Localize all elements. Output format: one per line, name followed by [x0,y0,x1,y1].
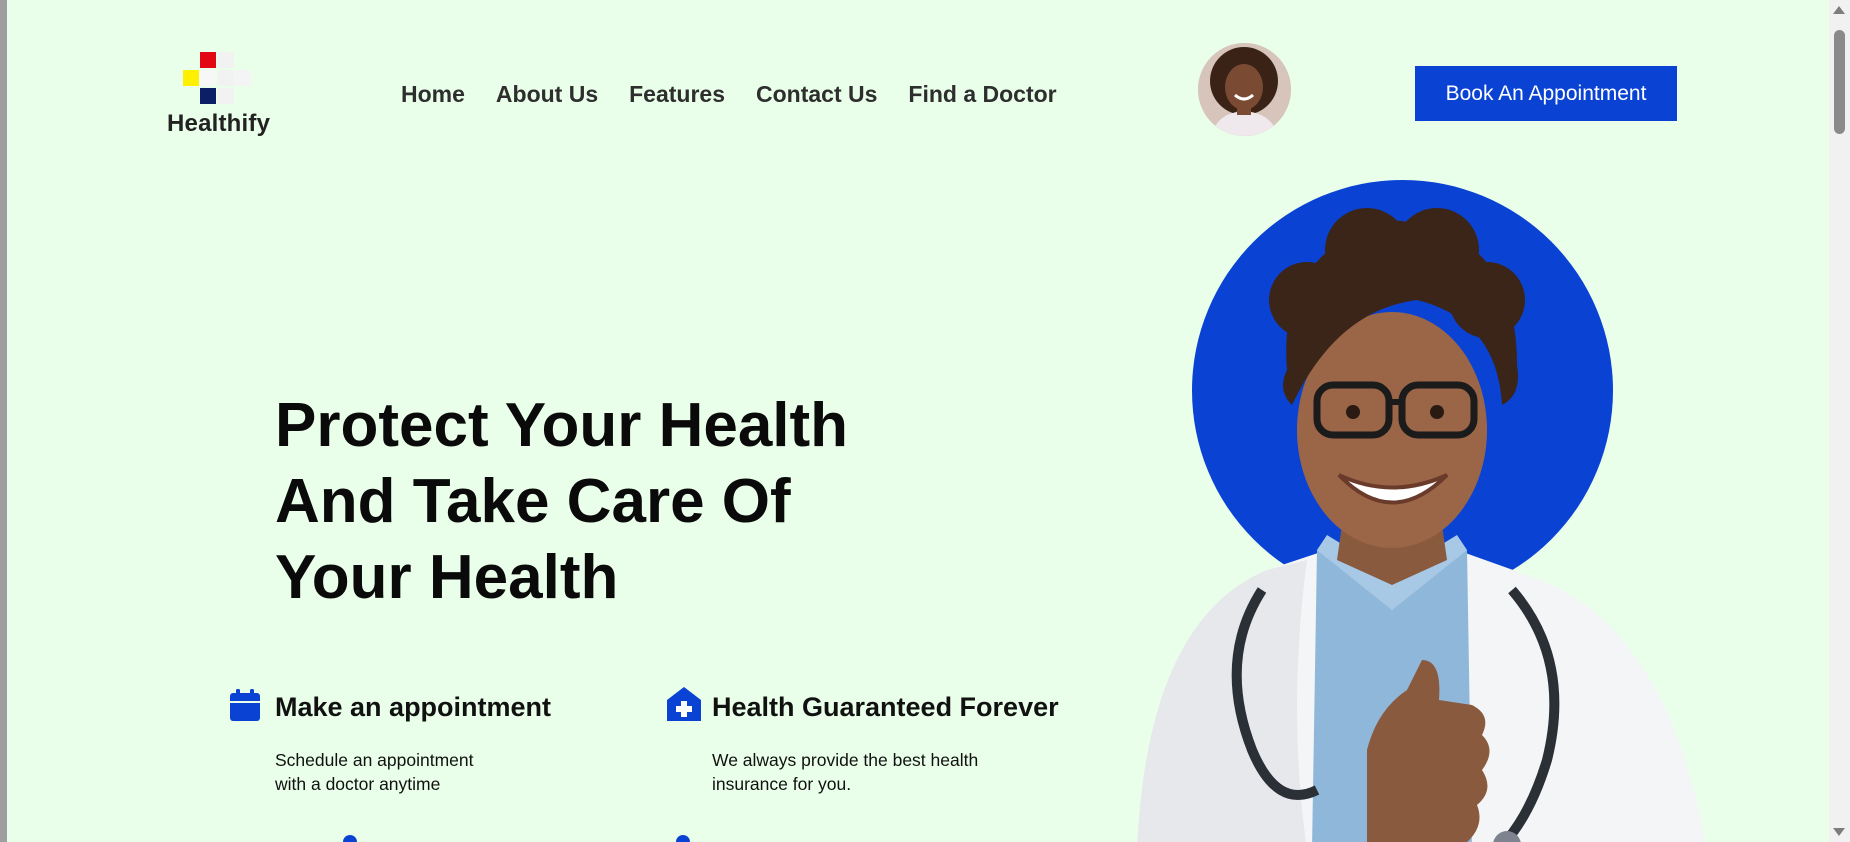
window-edge [0,0,7,842]
scroll-up-arrow-icon[interactable] [1833,6,1845,14]
nav-about-us[interactable]: About Us [496,81,598,108]
feature-title: Make an appointment [275,692,552,722]
page-scrollbar[interactable] [1829,0,1850,842]
avatar-portrait-icon [1198,43,1291,136]
scroll-thumb[interactable] [1834,30,1845,134]
feature-icon-partial [676,835,690,842]
hero-title: Protect Your Health And Take Care Of You… [275,388,895,616]
browser-viewport: Healthify Home About Us Features Contact… [0,0,1850,842]
feature-desc-line-1: Schedule an appointment [275,750,474,770]
nav-find-a-doctor[interactable]: Find a Doctor [908,81,1056,108]
feature-description: Schedule an appointment with a doctor an… [275,748,575,796]
logo-cross-icon [183,48,251,108]
hero-title-line-2: And Take Care Of [275,467,791,536]
main-nav: Home About Us Features Contact Us Find a… [401,81,1057,108]
book-appointment-button[interactable]: Book An Appointment [1415,66,1677,121]
calendar-icon [230,689,260,721]
user-avatar[interactable] [1198,43,1291,136]
feature-desc-line-2: with a doctor anytime [275,774,441,794]
feature-description: We always provide the best health insura… [712,748,1012,796]
brand-logo[interactable]: Healthify [161,44,281,144]
medical-house-icon [667,687,701,721]
feature-desc-line-2: insurance for you. [712,774,852,794]
scroll-down-arrow-icon[interactable] [1833,828,1845,836]
doctor-photo [1137,208,1706,842]
feature-title: Health Guaranteed Forever [712,692,1059,722]
landing-page: Healthify Home About Us Features Contact… [7,0,1829,842]
hero-title-line-1: Protect Your Health [275,391,849,460]
nav-contact-us[interactable]: Contact Us [756,81,877,108]
nav-features[interactable]: Features [629,81,725,108]
brand-name: Healthify [167,110,271,137]
nav-home[interactable]: Home [401,81,465,108]
feature-icon-partial [343,835,357,842]
hero-title-line-3: Your Health [275,543,619,612]
feature-desc-line-1: We always provide the best health [712,750,979,770]
